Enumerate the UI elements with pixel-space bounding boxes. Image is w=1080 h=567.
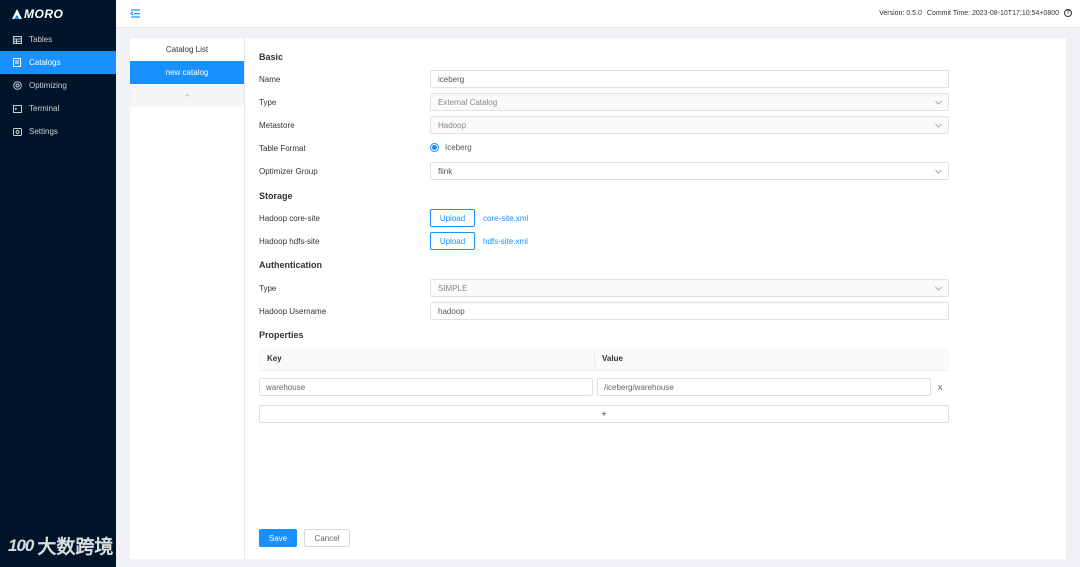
auth-type-label: Type xyxy=(259,284,277,293)
radio-checked-icon[interactable] xyxy=(430,143,439,152)
sidebar-item-label: Optimizing xyxy=(29,81,67,90)
help-icon[interactable]: ? xyxy=(1064,9,1072,17)
table-format-radio[interactable]: Iceberg xyxy=(430,143,472,152)
catalog-icon xyxy=(12,58,22,68)
main-content: Catalog List new catalog + Basic Name ic… xyxy=(130,38,1066,559)
logo-a-icon xyxy=(12,9,22,19)
username-input[interactable]: hadoop xyxy=(430,302,949,320)
table-icon xyxy=(12,35,22,45)
section-properties: Properties xyxy=(259,330,304,340)
core-site-upload-button[interactable]: Upload xyxy=(430,209,475,227)
name-input[interactable]: iceberg xyxy=(430,70,949,88)
column-divider xyxy=(594,352,595,366)
sidebar-item-tables[interactable]: Tables xyxy=(0,28,116,51)
optimizing-icon xyxy=(12,81,22,91)
auth-type-select[interactable]: SIMPLE xyxy=(430,279,949,297)
sidebar-item-catalogs[interactable]: Catalogs xyxy=(0,51,116,74)
sidebar-item-label: Terminal xyxy=(29,104,60,113)
section-authentication: Authentication xyxy=(259,260,322,270)
type-select[interactable]: External Catalog xyxy=(430,93,949,111)
optimizer-group-value: flink xyxy=(438,166,453,176)
add-catalog-button[interactable]: + xyxy=(130,84,244,107)
metastore-select-value: Hadoop xyxy=(438,120,467,130)
sidebar: MORO Tables Catalogs Optimizing Terminal… xyxy=(0,0,116,567)
key-column-header: Key xyxy=(267,354,282,363)
terminal-icon xyxy=(12,104,22,114)
hdfs-site-file-link[interactable]: hdfs-site.xml xyxy=(483,237,528,246)
type-label: Type xyxy=(259,98,277,107)
section-basic: Basic xyxy=(259,52,284,62)
add-property-button[interactable]: + xyxy=(259,405,949,423)
save-button[interactable]: Save xyxy=(259,529,297,547)
catalog-list-item[interactable]: new catalog xyxy=(130,61,244,84)
property-value-input[interactable]: /iceberg/warehouse xyxy=(597,378,931,396)
catalog-list-title: Catalog List xyxy=(165,45,209,54)
chevron-down-icon xyxy=(935,100,942,105)
app-logo[interactable]: MORO xyxy=(0,0,116,28)
catalog-list-panel: Catalog List new catalog + xyxy=(130,38,245,559)
version-label: Version: 0.5.0 xyxy=(879,9,922,17)
table-format-label: Table Format xyxy=(259,144,306,153)
username-label: Hadoop Username xyxy=(259,307,327,316)
version-info: Version: 0.5.0 Commit Time: 2023-08-10T1… xyxy=(879,9,1072,17)
core-site-file-link[interactable]: core-site.xml xyxy=(483,214,528,223)
hdfs-site-upload-button[interactable]: Upload xyxy=(430,232,475,250)
watermark: 100 大数跨境 xyxy=(8,532,113,559)
sidebar-item-settings[interactable]: Settings xyxy=(0,120,116,143)
menu-fold-icon[interactable] xyxy=(130,8,141,19)
commit-time: Commit Time: 2023-08-10T17:10:54+0800 xyxy=(926,9,1059,17)
chevron-down-icon xyxy=(935,286,942,291)
settings-icon xyxy=(12,127,22,137)
properties-table-header: Key Value xyxy=(259,347,949,371)
sidebar-item-terminal[interactable]: Terminal xyxy=(0,97,116,120)
hdfs-site-label: Hadoop hdfs-site xyxy=(259,237,320,246)
sidebar-item-label: Catalogs xyxy=(29,58,61,67)
sidebar-item-label: Settings xyxy=(29,127,58,136)
optimizer-group-select[interactable]: flink xyxy=(430,162,949,180)
chevron-down-icon xyxy=(935,123,942,128)
watermark-text: 大数跨境 xyxy=(37,537,114,558)
auth-type-value: SIMPLE xyxy=(438,283,468,293)
metastore-label: Metastore xyxy=(259,121,295,130)
table-format-option: Iceberg xyxy=(445,143,472,152)
watermark-logo: 100 xyxy=(8,535,34,555)
metastore-select[interactable]: Hadoop xyxy=(430,116,949,134)
chevron-down-icon xyxy=(935,169,942,174)
sidebar-item-label: Tables xyxy=(29,35,53,44)
cancel-button[interactable]: Cancel xyxy=(304,529,350,547)
name-label: Name xyxy=(259,75,281,84)
sidebar-item-optimizing[interactable]: Optimizing xyxy=(0,74,116,97)
remove-property-icon[interactable]: x xyxy=(938,382,943,392)
app-logo-text: MORO xyxy=(24,7,64,21)
top-header: Version: 0.5.0 Commit Time: 2023-08-10T1… xyxy=(116,0,1080,28)
value-column-header: Value xyxy=(602,354,623,363)
type-select-value: External Catalog xyxy=(438,97,498,107)
section-storage: Storage xyxy=(259,191,293,201)
property-key-input[interactable]: warehouse xyxy=(259,378,593,396)
core-site-label: Hadoop core-site xyxy=(259,214,320,223)
optimizer-group-label: Optimizer Group xyxy=(259,167,318,176)
